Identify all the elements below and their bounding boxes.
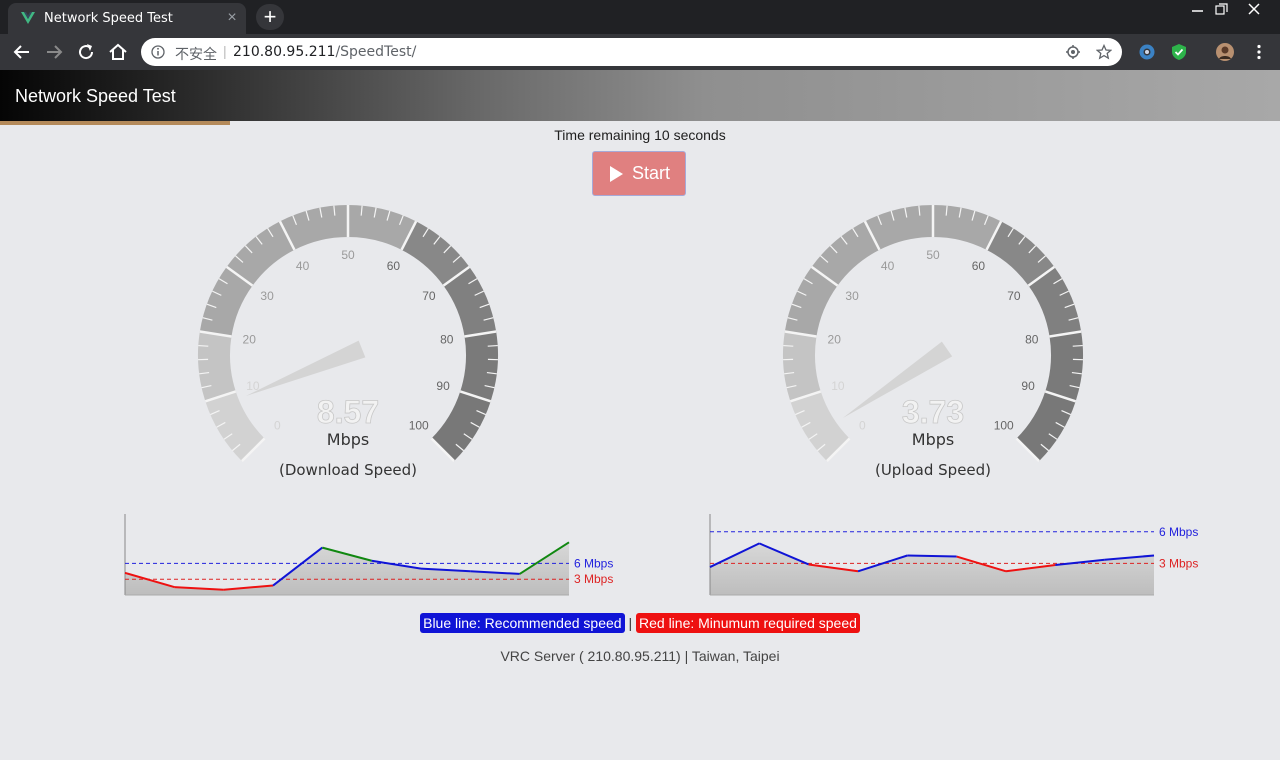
gauge-tick-label: 70 xyxy=(422,289,436,303)
upload-speedometer: 0 10 20 30 40 50 60 70 80 90 100 3.73Mbps (Upload Sp… xyxy=(783,205,1083,479)
gauge-tick-label: 50 xyxy=(341,248,355,262)
gauge-caption: (Upload Speed) xyxy=(875,461,991,479)
back-arrow-icon[interactable] xyxy=(10,40,34,64)
extension-ring-icon[interactable] xyxy=(1138,43,1156,61)
gauge-band xyxy=(431,391,491,462)
gauge-band xyxy=(790,391,850,462)
legend-separator: | xyxy=(628,615,633,631)
gauge-needle xyxy=(245,340,366,396)
bookmark-star-icon[interactable] xyxy=(1096,44,1112,60)
avatar[interactable] xyxy=(1216,43,1234,61)
gauge-band xyxy=(198,331,236,402)
gauge-band xyxy=(783,331,821,402)
location-target-icon[interactable] xyxy=(1065,44,1081,60)
play-icon xyxy=(609,165,623,182)
chart-line-segment xyxy=(907,554,957,558)
url-divider: | xyxy=(223,43,227,59)
gauge-tick-label: 40 xyxy=(881,259,895,273)
reference-label: 3 Mbps xyxy=(1159,556,1198,570)
gauge-tick-label: 0 xyxy=(859,419,866,433)
browser-toolbar: 不安全 | 210.80.95.211/SpeedTest/ xyxy=(0,34,1280,70)
restore-icon[interactable] xyxy=(1208,0,1236,20)
gauge-band xyxy=(1016,391,1076,462)
gauge-tick xyxy=(198,344,209,347)
forward-arrow-icon[interactable] xyxy=(42,40,66,64)
url-text: 210.80.95.211/SpeedTest/ xyxy=(233,44,416,60)
vue-logo-icon xyxy=(21,12,35,24)
upload-gauge: 0 10 20 30 40 50 60 70 80 90 100 3.73 Mbps (Upload Sp… xyxy=(773,200,1093,490)
reference-label: 6 Mbps xyxy=(1159,525,1198,539)
address-bar[interactable]: 不安全 | 210.80.95.211/SpeedTest/ xyxy=(141,38,1122,66)
gauge-band xyxy=(205,391,265,462)
gauge-tick-label: 60 xyxy=(972,259,986,273)
browser-tab[interactable]: Network Speed Test × xyxy=(8,3,246,34)
start-button-label: Start xyxy=(631,163,670,183)
tab-close-button[interactable]: × xyxy=(224,9,240,27)
page-title: Network Speed Test xyxy=(15,86,176,106)
start-button[interactable]: Start xyxy=(592,151,686,196)
gauge-tick xyxy=(783,344,794,347)
gauge-tick-label: 50 xyxy=(926,248,940,262)
gauge-tick-label: 40 xyxy=(296,259,310,273)
page-header: Network Speed Test xyxy=(0,70,1280,121)
gauge-tick xyxy=(1072,344,1083,347)
gauge-tick-label: 80 xyxy=(440,332,454,346)
close-window-icon[interactable] xyxy=(1240,0,1268,20)
insecure-label: 不安全 xyxy=(175,47,217,63)
gauge-tick-label: 100 xyxy=(409,419,429,433)
legend-minimum: Red line: Minumum required speed xyxy=(636,613,860,633)
gauge-value: 8.57 xyxy=(317,394,379,430)
chart-legend: Blue line: Recommended speed | Red line:… xyxy=(0,613,1280,633)
shield-icon[interactable] xyxy=(1170,43,1188,61)
legend-recommended: Blue line: Recommended speed xyxy=(420,613,625,633)
download-speedometer: 01020304050607080901008.57Mbps(Download … xyxy=(198,205,499,479)
download-history-chart: 6 Mbps 3 Mbps xyxy=(124,514,613,596)
upload-history-chart: 6 Mbps 3 Mbps xyxy=(709,514,1198,596)
gauge-tick-label: 10 xyxy=(831,379,845,393)
gauge-tick-label: 100 xyxy=(994,419,1014,433)
gauge-tick-label: 30 xyxy=(845,289,859,303)
progress-bar xyxy=(0,121,231,125)
server-info: VRC Server ( 210.80.95.211) | Taiwan, Ta… xyxy=(500,648,780,664)
gauge-tick-label: 90 xyxy=(436,379,450,393)
gauge-band xyxy=(460,331,499,402)
gauge-caption: (Download Speed) xyxy=(279,461,417,479)
time-remaining-text: Time remaining 10 seconds xyxy=(554,127,726,143)
new-tab-button[interactable]: + xyxy=(256,4,284,30)
reload-icon[interactable] xyxy=(74,40,98,64)
gauge-band xyxy=(1045,331,1083,402)
gauge-tick-label: 30 xyxy=(260,289,274,303)
download-gauge: 0 10 20 30 40 50 60 70 80 90 100 8.57 Mbps (Download … xyxy=(188,200,508,490)
gauge-tick-label: 70 xyxy=(1007,289,1021,303)
tab-title: Network Speed Test xyxy=(44,11,173,26)
gauge-tick-label: 60 xyxy=(387,259,401,273)
browser-tab-strip: Network Speed Test × + xyxy=(0,0,1280,34)
reference-label: 6 Mbps xyxy=(574,556,613,570)
gauge-value: 3.73 xyxy=(902,394,964,430)
url-path: /SpeedTest/ xyxy=(335,44,417,60)
gauge-tick-label: 0 xyxy=(274,419,281,433)
gauge-unit: Mbps xyxy=(327,430,369,449)
reference-label: 3 Mbps xyxy=(574,572,613,586)
gauge-tick xyxy=(487,344,498,347)
gauge-tick-label: 20 xyxy=(243,332,257,346)
url-host: 210.80.95.211 xyxy=(233,44,336,60)
gauge-tick-label: 90 xyxy=(1021,379,1035,393)
home-icon[interactable] xyxy=(106,40,130,64)
info-icon[interactable] xyxy=(151,45,165,59)
menu-kebab-icon[interactable] xyxy=(1250,43,1268,61)
gauge-tick-label: 20 xyxy=(828,332,842,346)
gauge-unit: Mbps xyxy=(912,430,954,449)
gauge-tick-label: 80 xyxy=(1025,332,1039,346)
